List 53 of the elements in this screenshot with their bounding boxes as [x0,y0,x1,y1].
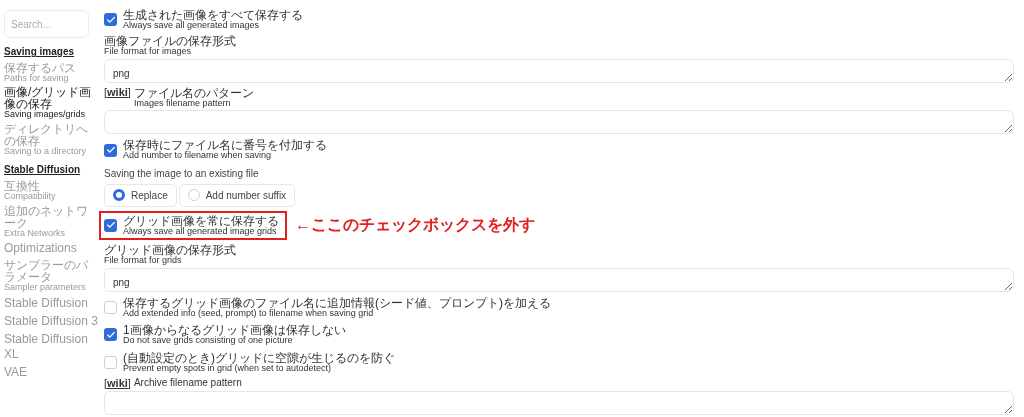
setting-label: ファイル名のパターン [133,86,254,99]
text-field[interactable] [104,110,1014,135]
text-field[interactable]: png [104,58,1014,83]
bracket-text: [ [104,86,108,99]
checkbox[interactable] [104,143,117,157]
sidebar-item[interactable]: サンプラーのパラメータ Sampler parameters [4,259,98,293]
sidebar-item[interactable]: 追加のネットワーク Extra Networks [4,204,98,239]
wiki-link[interactable]: wiki [107,86,128,99]
sidebar-item[interactable]: 保存するパス Paths for saving [4,62,98,84]
text-field[interactable]: png [104,267,1014,292]
setting-sublabel: File format for grids [104,256,182,266]
setting-sublabel: Always save all generated image grids [123,226,277,237]
sidebar-item[interactable]: ディレクトリへの保存 Saving to a directory [4,122,98,157]
section-heading: Saving images [4,45,76,59]
radio-option[interactable]: Replace [104,183,177,207]
bracket-text: ] [127,86,131,99]
setting-sublabel: Add number to filename when saving [123,151,272,161]
wiki-link[interactable]: wiki [107,377,128,390]
sidebar-item[interactable]: 画像/グリッド画像の保存 Saving images/grids [4,86,98,120]
sidebar-item[interactable]: Stable Diffusion 3 [4,313,98,329]
setting-sublabel: Do not save grids consisting of one picture [123,336,293,346]
text-field[interactable] [104,391,1014,416]
section-heading: Stable Diffusion [4,163,82,178]
sidebar-item[interactable]: Stable Diffusion [4,295,98,311]
setting-label: (自動設定のとき)グリッドに空隙が生じるのを防ぐ [123,351,395,364]
checkbox[interactable] [104,355,117,369]
bracket-text: [ [104,377,108,390]
checkbox[interactable] [104,300,117,314]
setting-label: グリッド画像を常に保存する [123,214,279,227]
sidebar-item[interactable]: 互換性 Compatibility [4,180,98,202]
group-label: Saving the image to an existing file [104,166,260,181]
radio-option[interactable]: Add number suffix [178,183,296,207]
setting-sublabel: Always save all generated images [123,21,260,31]
setting-label: 保存するグリッド画像のファイル名に追加情報(シード値、プロンプト)を加える [123,296,551,309]
sidebar-item[interactable]: VAE [4,364,98,380]
checkbox[interactable] [104,328,117,342]
setting-sublabel: Images filename pattern [133,98,232,109]
checkbox[interactable] [104,218,117,232]
checkbox[interactable] [104,13,117,27]
sidebar-item[interactable]: Optimizations [4,241,98,257]
setting-label: 保存時にファイル名に番号を付加する [123,139,327,152]
setting-label: グリッド画像の保存形式 [104,244,237,257]
radio-button[interactable] [113,189,125,202]
bracket-text: ] [127,377,131,390]
annotation-text: ←ここのチェックボックスを外す [295,215,535,236]
setting-label: Archive filename pattern [133,377,242,389]
setting-sublabel: File format for images [104,47,192,57]
search-field[interactable]: Search... [4,10,89,38]
setting-label: 1画像からなるグリッド画像は保存しない [123,324,346,337]
setting-label: 生成された画像をすべて保存する [123,9,303,21]
sidebar-item[interactable]: Stable Diffusion XL [4,331,98,362]
setting-sublabel: Add extended info (seed, prompt) to filename when saving grid [123,308,374,319]
setting-label: 画像ファイルの保存形式 [104,35,237,48]
